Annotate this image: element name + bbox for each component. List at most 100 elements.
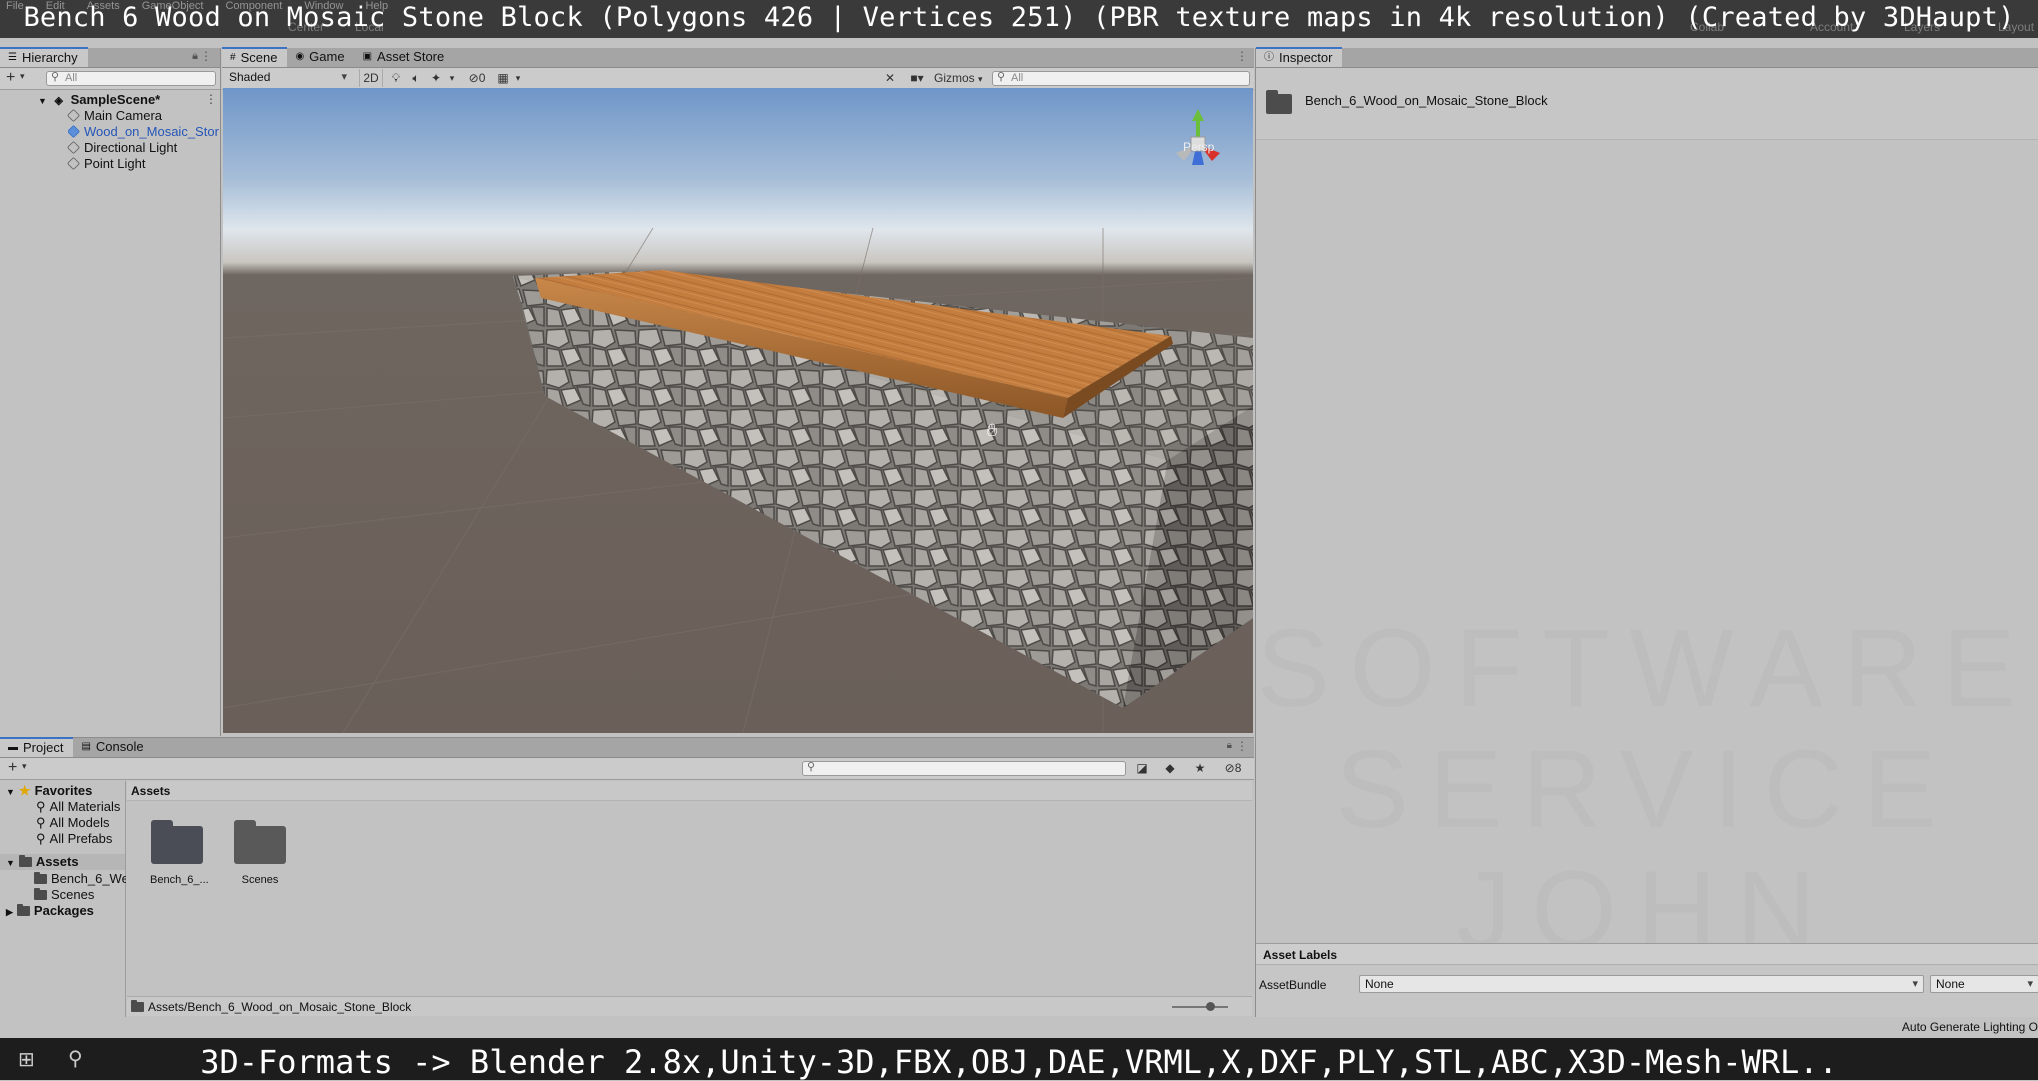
hierarchy-item-directional-light[interactable]: Directional Light xyxy=(66,140,177,156)
expand-arrow-icon: ▼ xyxy=(6,858,15,868)
inspector-header: Bench_6_Wood_on_Mosaic_Stone_Block xyxy=(1256,68,2038,140)
grid-toggle-icon[interactable]: ▦ xyxy=(494,69,512,87)
windows-taskbar: ⊞ ⚲ 3D-Formats -> Blender 2.8x,Unity-3D,… xyxy=(0,1038,2038,1081)
audio-toggle-icon[interactable]: 🔈︎ xyxy=(406,69,426,87)
tab-scene[interactable]: # Scene xyxy=(222,47,288,67)
gizmos-dropdown[interactable]: Gizmos ▾ xyxy=(934,69,984,87)
tab-console[interactable]: ▤ Console xyxy=(73,737,153,757)
scene-root-item[interactable]: ▼ ◈ SampleScene* xyxy=(38,92,160,108)
project-panel: ▬ Project ▤ Console 🔒︎ ⋮ + ▾ ◪ ◆ ★ ⊘8 ▼★… xyxy=(0,737,1254,1021)
favorites-star-icon[interactable]: ★ xyxy=(1190,759,1210,777)
watermark-line-1: SOFTWARE xyxy=(1256,607,2036,730)
item-label: Bench_6_We xyxy=(51,871,126,886)
hierarchy-item-bench-model[interactable]: Wood_on_Mosaic_Stor xyxy=(68,124,220,140)
filter-by-label-icon[interactable]: ◆ xyxy=(1160,759,1180,777)
folder-icon xyxy=(16,904,30,916)
kebab-menu-icon[interactable]: ⋮ xyxy=(1236,739,1248,753)
slider-handle[interactable] xyxy=(1206,1002,1215,1011)
favorites-label: Favorites xyxy=(34,783,93,798)
prefab-icon xyxy=(68,124,81,139)
hierarchy-item-main-camera[interactable]: Main Camera xyxy=(66,108,162,124)
gameobject-icon xyxy=(66,140,81,155)
hierarchy-tabbar: ☰ Hierarchy 🔒︎ ⋮ xyxy=(0,47,220,68)
hidden-packages-button[interactable]: ⊘8 xyxy=(1218,759,1248,777)
video-title: Bench 6 Wood on Mosaic Stone Block (Poly… xyxy=(23,2,2015,33)
folder-icon xyxy=(34,872,47,884)
favorites-section[interactable]: ▼ ★ Favorites xyxy=(6,783,92,799)
asset-folder-scenes[interactable]: Scenes xyxy=(233,820,287,886)
eye-slash-icon: ⊘ xyxy=(1224,761,1235,775)
search-icon: ⚲ xyxy=(36,815,46,830)
tab-game[interactable]: ◉ Game xyxy=(287,47,354,67)
persp-label[interactable]: Persp xyxy=(1183,140,1214,154)
chevron-down-icon[interactable]: ▾ xyxy=(512,69,524,87)
shopping-bag-icon: ▣ xyxy=(362,51,373,62)
chevron-down-icon[interactable]: ▾ xyxy=(446,69,458,87)
bench-3d-render xyxy=(223,109,1253,733)
hierarchy-search-input[interactable]: All xyxy=(46,71,216,86)
lighting-toggle-icon[interactable]: 💡︎ xyxy=(386,69,406,87)
packages-folder[interactable]: ▶ Packages xyxy=(6,903,94,919)
favorite-all-models[interactable]: ⚲ All Models xyxy=(36,815,110,831)
effects-toggle-icon[interactable]: ✦ xyxy=(426,69,446,87)
orientation-gizmo[interactable] xyxy=(1176,109,1220,165)
chevron-down-icon[interactable]: ▾ xyxy=(22,761,27,772)
tab-project[interactable]: ▬ Project xyxy=(0,737,74,757)
folder-icon xyxy=(131,1000,144,1012)
tab-inspector[interactable]: ⓘ Inspector xyxy=(1256,47,1343,67)
favorite-all-prefabs[interactable]: ⚲ All Prefabs xyxy=(36,831,112,847)
favorite-all-materials[interactable]: ⚲ All Materials xyxy=(36,799,126,815)
kebab-menu-icon[interactable]: ⋮ xyxy=(200,49,212,63)
item-label: Point Light xyxy=(84,156,146,171)
assetbundle-row: AssetBundle None None xyxy=(1256,966,2038,1018)
tab-scene-label: Scene xyxy=(240,50,278,65)
add-icon[interactable]: + xyxy=(6,69,15,87)
project-search-input[interactable] xyxy=(802,761,1126,776)
expand-arrow-icon[interactable]: ▼ xyxy=(38,96,47,106)
tab-asset-store[interactable]: ▣ Asset Store xyxy=(355,47,455,67)
assetbundle-variant-dropdown[interactable]: None xyxy=(1930,975,2038,993)
assets-root-folder[interactable]: ▼ Assets xyxy=(0,854,125,870)
assets-breadcrumb-bar: Assets xyxy=(127,781,1252,801)
lock-icon[interactable]: 🔒︎ xyxy=(192,50,198,63)
hidden-objects-button[interactable]: ⊘0 xyxy=(462,69,492,87)
item-label: All Materials xyxy=(49,799,121,814)
folder-tab-icon: ▬ xyxy=(8,742,18,753)
asset-name-label: Bench_6_Wood_on_Mosaic_Stone_Block xyxy=(1305,93,1548,108)
lock-icon[interactable]: 🔒︎ xyxy=(1227,740,1232,751)
shading-mode-dropdown[interactable]: Shaded xyxy=(224,69,352,87)
kebab-menu-icon[interactable]: ⋮ xyxy=(1236,49,1248,63)
hierarchy-tree: ▼ ◈ SampleScene* ⋮ Main Camera Wood_on_M… xyxy=(0,90,220,180)
camera-icon[interactable]: ■▾ xyxy=(905,69,929,87)
scene-menu-icon[interactable]: ⋮ xyxy=(205,92,217,106)
breadcrumb[interactable]: Assets xyxy=(131,784,170,798)
folder-icon xyxy=(18,855,32,867)
scene-search-input[interactable]: All xyxy=(992,71,1250,86)
icon-size-slider[interactable] xyxy=(1172,1002,1228,1011)
hidden-count-label: 8 xyxy=(1234,761,1242,775)
inspector-tabbar: ⓘ Inspector xyxy=(1256,47,2038,68)
hand-cursor-icon: ✋︎ xyxy=(987,420,998,440)
2d-toggle-button[interactable]: 2D xyxy=(359,69,383,87)
large-folder-icon xyxy=(234,820,286,864)
chevron-down-icon[interactable]: ▾ xyxy=(20,71,25,82)
assetbundle-dropdown[interactable]: None xyxy=(1359,975,1924,993)
project-folder-tree: ▼ ★ Favorites ⚲ All Materials ⚲ All Models ⚲… xyxy=(0,781,126,1021)
folder-scenes[interactable]: Scenes xyxy=(34,887,94,903)
tab-game-label: Game xyxy=(309,49,345,64)
scene-name-label: SampleScene* xyxy=(70,92,161,107)
folder-icon xyxy=(1266,90,1292,114)
asset-path-label: Assets/Bench_6_Wood_on_Mosaic_Stone_Bloc… xyxy=(148,1000,412,1014)
hierarchy-item-point-light[interactable]: Point Light xyxy=(66,156,146,172)
scene-toolbar: Shaded 2D 💡︎ 🔈︎ ✦ ▾ ⊘0 ▦ ▾ ✕ ■▾ Gizmos ▾… xyxy=(222,68,1254,90)
tools-icon[interactable]: ✕ xyxy=(880,69,900,87)
add-icon[interactable]: + xyxy=(8,759,17,777)
folder-bench[interactable]: Bench_6_We xyxy=(34,871,126,887)
filter-by-type-icon[interactable]: ◪ xyxy=(1132,759,1152,777)
chevron-down-icon: ▾ xyxy=(978,74,983,84)
unity-scene-icon: ◈ xyxy=(54,95,64,107)
tab-hierarchy[interactable]: ☰ Hierarchy xyxy=(0,47,88,67)
tab-console-label: Console xyxy=(95,739,144,754)
scene-viewport[interactable]: Persp ✋︎ xyxy=(223,88,1253,733)
asset-folder-bench[interactable]: Bench_6_... xyxy=(150,820,209,886)
